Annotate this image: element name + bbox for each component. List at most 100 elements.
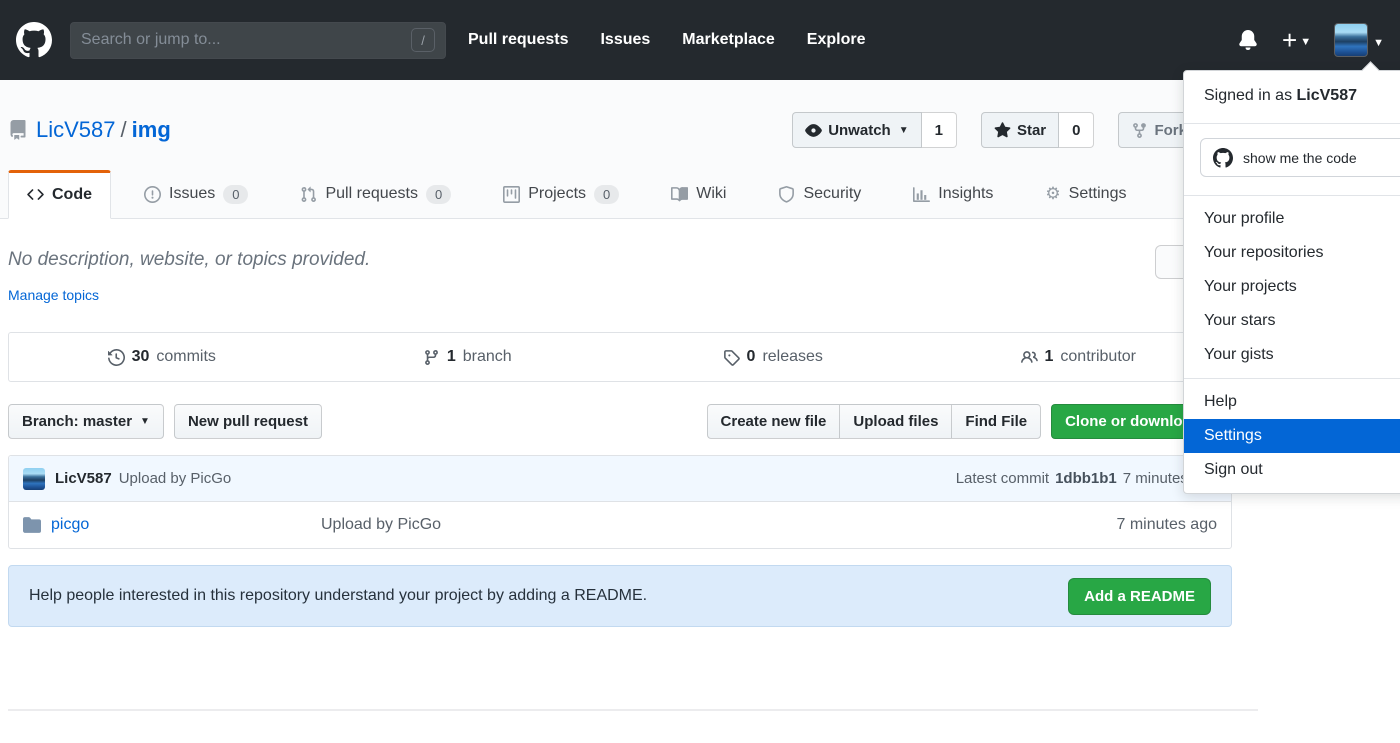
github-repo-page: / Pull requests Issues Marketplace Explo… bbox=[0, 0, 1400, 743]
breadcrumb-separator: / bbox=[120, 117, 127, 142]
readme-banner-text: Help people interested in this repositor… bbox=[29, 587, 648, 604]
repo-breadcrumb: LicV587/img bbox=[36, 117, 171, 143]
fork-icon bbox=[1133, 122, 1147, 138]
tab-insights[interactable]: Insights bbox=[894, 170, 1012, 218]
tab-security[interactable]: Security bbox=[759, 170, 880, 218]
octocat-status-icon bbox=[1213, 147, 1233, 168]
nav-marketplace[interactable]: Marketplace bbox=[682, 31, 775, 49]
tab-code-label: Code bbox=[52, 185, 92, 203]
file-commit-message-link[interactable]: Upload by PicGo bbox=[321, 516, 1116, 534]
unwatch-button[interactable]: Unwatch ▼ bbox=[792, 112, 922, 148]
commits-count: 30 bbox=[131, 348, 150, 365]
commits-label: commits bbox=[156, 348, 216, 365]
code-icon bbox=[27, 189, 44, 200]
tab-pull-requests[interactable]: Pull requests 0 bbox=[281, 170, 470, 218]
main-content: No description, website, or topics provi… bbox=[8, 249, 1232, 627]
tab-wiki[interactable]: Wiki bbox=[652, 170, 745, 218]
dropdown-divider bbox=[1184, 123, 1400, 124]
releases-stat[interactable]: 0 releases bbox=[620, 333, 926, 381]
commits-stat[interactable]: 30 commits bbox=[9, 333, 315, 381]
new-pull-request-button[interactable]: New pull request bbox=[173, 404, 322, 439]
latest-commit-bar: LicV587 Upload by PicGo Latest commit 1d… bbox=[9, 456, 1231, 502]
manage-topics-link[interactable]: Manage topics bbox=[8, 287, 99, 303]
notifications-bell-icon[interactable] bbox=[1238, 29, 1258, 51]
branch-selector-button[interactable]: Branch: master ▼ bbox=[8, 404, 164, 439]
star-count[interactable]: 0 bbox=[1059, 112, 1095, 148]
header-nav-links: Pull requests Issues Marketplace Explore bbox=[468, 31, 865, 49]
repo-name-link[interactable]: img bbox=[132, 117, 171, 142]
contributors-count: 1 bbox=[1044, 348, 1054, 365]
nav-pull-requests[interactable]: Pull requests bbox=[468, 31, 568, 49]
signed-in-item[interactable]: Signed in as LicV587 bbox=[1184, 77, 1400, 117]
watch-control: Unwatch ▼ 1 bbox=[792, 112, 957, 148]
signed-in-username: LicV587 bbox=[1296, 87, 1357, 104]
upload-files-button[interactable]: Upload files bbox=[839, 404, 953, 439]
repo-social-buttons: Unwatch ▼ 1 Star 0 Fork bbox=[792, 112, 1200, 148]
insights-graph-icon bbox=[913, 186, 931, 202]
menu-item-sign-out[interactable]: Sign out bbox=[1184, 453, 1400, 487]
repo-title-row: LicV587/img Unwatch ▼ 1 Star 0 Fork bbox=[8, 112, 1232, 148]
clone-label: Clone or download bbox=[1065, 413, 1201, 430]
plus-icon: + bbox=[1282, 25, 1298, 55]
status-button-label: show me the code bbox=[1243, 149, 1357, 166]
avatar-chevron-down-icon: ▼ bbox=[1373, 37, 1384, 49]
tab-insights-label: Insights bbox=[938, 185, 994, 202]
history-icon bbox=[107, 348, 125, 366]
footer-divider bbox=[8, 709, 1258, 711]
contributors-label: contributor bbox=[1060, 348, 1136, 365]
add-readme-banner: Help people interested in this repositor… bbox=[8, 565, 1232, 627]
star-label: Star bbox=[1016, 121, 1047, 139]
menu-item-your-stars[interactable]: Your stars bbox=[1184, 304, 1400, 338]
tab-wiki-label: Wiki bbox=[696, 185, 727, 202]
people-icon bbox=[1020, 350, 1038, 363]
tab-settings[interactable]: ⚙ Settings bbox=[1026, 170, 1145, 218]
create-new-file-button[interactable]: Create new file bbox=[706, 404, 841, 439]
repo-stats-bar: 30 commits 1 branch 0 releases 1 contrib… bbox=[8, 332, 1232, 382]
commit-author-link[interactable]: LicV587 bbox=[55, 470, 112, 487]
add-readme-button[interactable]: Add a README bbox=[1068, 577, 1211, 615]
menu-item-your-repositories[interactable]: Your repositories bbox=[1184, 236, 1400, 270]
shield-icon bbox=[779, 185, 795, 203]
slash-key-hint: / bbox=[411, 28, 435, 52]
find-file-button[interactable]: Find File bbox=[951, 404, 1042, 439]
menu-item-your-gists[interactable]: Your gists bbox=[1184, 338, 1400, 372]
search-input[interactable] bbox=[81, 31, 411, 49]
user-avatar[interactable] bbox=[1334, 23, 1369, 57]
file-row-picgo: picgo Upload by PicGo 7 minutes ago bbox=[9, 502, 1231, 548]
create-new-dropdown[interactable]: + ▼ bbox=[1282, 27, 1311, 53]
repo-owner-link[interactable]: LicV587 bbox=[36, 117, 116, 142]
commit-author-avatar[interactable] bbox=[23, 467, 45, 490]
star-icon bbox=[994, 121, 1011, 137]
menu-item-help[interactable]: Help bbox=[1184, 385, 1400, 419]
tab-issues[interactable]: Issues 0 bbox=[125, 170, 267, 218]
star-button[interactable]: Star bbox=[980, 112, 1060, 148]
branch-chevron-icon: ▼ bbox=[140, 416, 150, 427]
repo-book-icon bbox=[10, 120, 26, 140]
tab-projects[interactable]: Projects 0 bbox=[484, 170, 638, 218]
star-control: Star 0 bbox=[980, 112, 1095, 148]
user-status-button[interactable]: show me the code bbox=[1200, 138, 1400, 177]
file-name-link[interactable]: picgo bbox=[51, 516, 321, 534]
menu-item-your-projects[interactable]: Your projects bbox=[1184, 270, 1400, 304]
watch-count[interactable]: 1 bbox=[921, 112, 957, 148]
pull-request-icon bbox=[302, 186, 317, 202]
issue-opened-icon bbox=[144, 185, 161, 203]
nav-explore[interactable]: Explore bbox=[807, 31, 866, 49]
github-logo-icon[interactable] bbox=[16, 22, 52, 58]
file-commit-time: 7 minutes ago bbox=[1116, 516, 1217, 533]
tab-pull-requests-label: Pull requests bbox=[325, 185, 418, 202]
branches-stat[interactable]: 1 branch bbox=[315, 333, 621, 381]
file-controls-row: Branch: master ▼ New pull request Create… bbox=[8, 404, 1232, 439]
commit-message-link[interactable]: Upload by PicGo bbox=[119, 470, 232, 487]
tab-code[interactable]: Code bbox=[8, 170, 111, 219]
search-box[interactable]: / bbox=[70, 21, 446, 59]
unwatch-label: Unwatch bbox=[828, 121, 891, 139]
branches-label: branch bbox=[462, 348, 512, 365]
menu-item-settings[interactable]: Settings bbox=[1184, 419, 1400, 453]
tab-issues-label: Issues bbox=[169, 185, 216, 202]
menu-item-your-profile[interactable]: Your profile bbox=[1184, 202, 1400, 236]
latest-commit-prefix: Latest commit bbox=[955, 470, 1050, 487]
commit-sha-link[interactable]: 1dbb1b1 bbox=[1055, 470, 1117, 487]
nav-issues[interactable]: Issues bbox=[600, 31, 650, 49]
chevron-down-icon: ▼ bbox=[1300, 35, 1312, 48]
